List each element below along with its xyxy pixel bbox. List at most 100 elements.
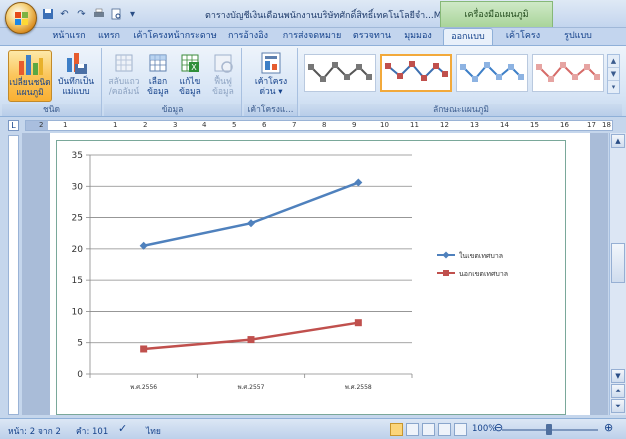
ruler-number: 1 (63, 121, 68, 129)
document-page[interactable]: 0 5 10 15 20 25 30 35 พ.ศ.2556 พ.ศ.2557 พ.ศ.2558 ใน… (50, 133, 590, 415)
ribbon: เปลี่ยนชนิด แผนภูมิ บันทึกเป็น แม่แบบ ชน… (0, 45, 626, 117)
draft-view-icon[interactable] (454, 423, 467, 436)
full-screen-reading-view-icon[interactable] (406, 423, 419, 436)
tab-home[interactable]: หน้าแรก (46, 28, 92, 45)
save-as-template-button[interactable]: บันทึกเป็น แม่แบบ (54, 50, 98, 102)
series-line-2 (143, 321, 359, 351)
chart-style-thumb-3[interactable] (456, 54, 528, 92)
y-tick-label: 30 (72, 182, 84, 192)
y-tick-label: 10 (72, 307, 84, 317)
vertical-ruler[interactable] (8, 135, 19, 415)
title-bar: ↶ ↷ ▾ ตารางบัญชีเงินเดือนพนักงานบริษัทศั… (0, 0, 626, 34)
redo-icon[interactable]: ↷ (74, 7, 89, 21)
line-chart[interactable]: 0 5 10 15 20 25 30 35 พ.ศ.2556 พ.ศ.2557 พ.ศ.2558 ใน… (57, 141, 567, 415)
print-layout-view-icon[interactable] (390, 423, 403, 436)
tab-insert[interactable]: แทรก (94, 28, 124, 45)
scroll-down-icon[interactable]: ▼ (611, 369, 625, 383)
edit-data-button[interactable]: X แก้ไข ข้อมูล (174, 50, 206, 102)
chart-style-thumb-4[interactable] (532, 54, 604, 92)
tab-mailings[interactable]: การส่งจดหมาย (278, 28, 346, 45)
group-styles-label: ลักษณะแผนภูมิ (300, 104, 622, 116)
tab-page-layout[interactable]: เค้าโครงหน้ากระดาษ (130, 28, 220, 45)
tab-design[interactable]: ออกแบบ (443, 28, 493, 45)
data-point-square (140, 345, 148, 353)
legend-label: นอกเขตเทศบาล (459, 270, 508, 278)
scroll-up-icon[interactable]: ▲ (611, 134, 625, 148)
ruler-number: 2 (39, 121, 44, 129)
group-chart-styles: ▲ ▼ ▾ ลักษณะแผนภูมิ (300, 48, 622, 116)
legend-label: ในเขตเทศบาล (459, 251, 503, 260)
undo-icon[interactable]: ↶ (57, 7, 72, 21)
chart-object[interactable]: 0 5 10 15 20 25 30 35 พ.ศ.2556 พ.ศ.2557 พ.ศ.2558 ใน… (56, 140, 566, 415)
tab-selector[interactable]: L (8, 120, 19, 131)
x-tick-label: พ.ศ.2557 (238, 384, 265, 391)
quick-layout-label: เค้าโครง ด่วน ▾ (254, 77, 288, 97)
switch-row-column-button[interactable]: สลับแถว /คอลัมน์ (106, 50, 142, 102)
ruler-number: 1 (113, 121, 118, 129)
chart-type-icon (15, 51, 45, 77)
print-icon[interactable] (91, 7, 106, 21)
zoom-slider-thumb[interactable] (546, 424, 552, 435)
quick-access-toolbar: ↶ ↷ ▾ (40, 6, 140, 22)
outline-view-icon[interactable] (438, 423, 451, 436)
group-data: สลับแถว /คอลัมน์ เลือก ข้อมูล X แก้ไข ข้… (104, 48, 242, 116)
scroll-thumb[interactable] (611, 243, 625, 283)
office-button[interactable] (5, 2, 37, 34)
zoom-level[interactable]: 100% (472, 424, 496, 434)
select-data-button[interactable]: เลือก ข้อมูล (142, 50, 174, 102)
series-line-1 (143, 181, 359, 247)
legend-marker (442, 251, 450, 259)
proofing-check-icon[interactable]: ✓ (118, 422, 127, 435)
style-gallery-scroller[interactable]: ▲ ▼ ▾ (607, 54, 620, 94)
gallery-more-icon[interactable]: ▾ (608, 81, 619, 94)
legend-marker (443, 270, 449, 276)
tab-references[interactable]: การอ้างอิง (224, 28, 272, 45)
customize-icon[interactable]: ▾ (125, 7, 140, 21)
word-count[interactable]: คำ: 101 (76, 424, 108, 438)
edit-data-icon: X (175, 50, 205, 76)
ruler-number: 13 (470, 121, 479, 129)
ruler-number: 9 (352, 121, 357, 129)
previous-page-icon[interactable]: ⏶ (611, 384, 625, 398)
zoom-out-icon[interactable]: ⊖ (494, 421, 503, 434)
next-page-icon[interactable]: ⏷ (611, 399, 625, 413)
tab-layout[interactable]: เค้าโครง (500, 28, 546, 45)
gallery-up-icon[interactable]: ▲ (608, 55, 619, 68)
refresh-data-icon (208, 50, 238, 76)
save-as-template-label: บันทึกเป็น แม่แบบ (57, 77, 95, 97)
svg-text:X: X (191, 63, 197, 72)
gallery-down-icon[interactable]: ▼ (608, 68, 619, 81)
language-indicator[interactable]: ไทย (146, 424, 161, 438)
ruler-number: 6 (262, 121, 267, 129)
ruler-bar[interactable]: 1 2 1 2 3 4 5 6 7 8 9 10 11 12 13 14 15 … (25, 120, 613, 131)
chart-style-thumb-2[interactable] (380, 54, 452, 92)
document-title: ตารางบัญชีเงินเดือนพนักงานบริษัทศักดิ์สิ… (205, 11, 442, 21)
switch-row-column-label: สลับแถว /คอลัมน์ (108, 77, 140, 97)
x-tick-label: พ.ศ.2556 (130, 384, 157, 391)
quick-layout-button[interactable]: เค้าโครง ด่วน ▾ (248, 50, 294, 102)
group-type-label: ชนิด (2, 104, 101, 116)
select-data-label: เลือก ข้อมูล (147, 77, 169, 97)
group-type: เปลี่ยนชนิด แผนภูมิ บันทึกเป็น แม่แบบ ชน… (2, 48, 102, 116)
save-icon[interactable] (40, 7, 55, 21)
context-title-label: เครื่องมือแผนภูมิ (464, 10, 529, 20)
document-area: 0 5 10 15 20 25 30 35 พ.ศ.2556 พ.ศ.2557 พ.ศ.2558 ใน… (22, 133, 608, 415)
data-point-square (247, 336, 255, 344)
tab-review[interactable]: ตรวจทาน (350, 28, 394, 45)
zoom-in-icon[interactable]: ⊕ (604, 421, 613, 434)
ribbon-tabs: หน้าแรก แทรก เค้าโครงหน้ากระดาษ การอ้างอ… (0, 28, 626, 45)
x-tick-label: พ.ศ.2558 (345, 384, 372, 391)
ruler-number: 7 (292, 121, 297, 129)
change-chart-type-button[interactable]: เปลี่ยนชนิด แผนภูมิ (8, 50, 52, 102)
ruler-number: 8 (322, 121, 327, 129)
tab-view[interactable]: มุมมอง (398, 28, 438, 45)
vertical-scrollbar[interactable]: ▲ ▼ ⏶ ⏷ (609, 133, 626, 415)
save-template-icon (61, 50, 91, 76)
page-count[interactable]: หน้า: 2 จาก 2 (8, 424, 61, 438)
web-layout-view-icon[interactable] (422, 423, 435, 436)
tab-format[interactable]: รูปแบบ (558, 28, 598, 45)
group-layouts-label: เค้าโครงแ... (244, 104, 297, 116)
refresh-data-button[interactable]: ฟื้นฟู ข้อมูล (206, 50, 240, 102)
chart-style-thumb-1[interactable] (304, 54, 376, 92)
print-preview-icon[interactable] (108, 7, 123, 21)
